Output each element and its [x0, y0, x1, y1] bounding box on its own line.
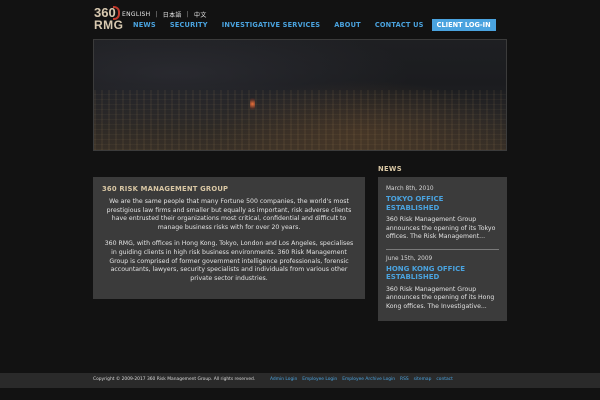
language-japanese[interactable]: 日本語 [163, 10, 182, 19]
about-paragraph-2: 360 RMG, with offices in Hong Kong, Toky… [104, 240, 354, 282]
footer-link-contact[interactable]: contact [436, 377, 452, 382]
footer-link-admin-login[interactable]: Admin Login [270, 377, 297, 382]
nav-news[interactable]: NEWS [133, 21, 156, 29]
language-bar: ENGLISH | 日本語 | 中文 [122, 10, 207, 19]
about-panel: 360 RISK MANAGEMENT GROUP We are the sam… [93, 177, 365, 299]
client-login-button[interactable]: CLIENT LOG-IN [431, 19, 496, 31]
footer-link-employee-archive-login[interactable]: Employee Archive Login [342, 377, 395, 382]
language-chinese[interactable]: 中文 [194, 10, 207, 19]
about-heading: 360 RISK MANAGEMENT GROUP [102, 185, 229, 193]
nav-contact-us[interactable]: CONTACT US [375, 21, 424, 29]
news-summary: 360 Risk Management Group announces the … [386, 216, 496, 241]
news-panel: March 8th, 2010 TOKYO OFFICE ESTABLISHED… [378, 177, 507, 321]
language-separator: | [155, 11, 158, 18]
news-date: June 15th, 2009 [386, 255, 433, 262]
news-entry: June 15th, 2009 HONG KONG OFFICE ESTABLI… [386, 256, 499, 312]
nav-security[interactable]: SECURITY [170, 21, 208, 29]
footer-link-employee-login[interactable]: Employee Login [302, 377, 337, 382]
nav-investigative-services[interactable]: INVESTIGATIVE SERVICES [222, 21, 321, 29]
footer-links: Admin Login Employee Login Employee Arch… [270, 377, 453, 382]
footer-copyright: Copyright © 2009-2017 360 Risk Managemen… [93, 377, 256, 382]
news-divider [386, 248, 499, 250]
news-summary: 360 Risk Management Group announces the … [386, 285, 495, 310]
language-separator: | [186, 11, 190, 18]
nav-about[interactable]: ABOUT [334, 21, 361, 29]
hero-city-lights [94, 90, 506, 150]
news-title-link[interactable]: TOKYO OFFICE ESTABLISHED [386, 195, 499, 212]
news-date: March 8th, 2010 [386, 186, 434, 192]
about-paragraph-1: We are the same people that many Fortune… [106, 198, 352, 231]
hero-city-image [93, 39, 507, 151]
footer-link-sitemap[interactable]: sitemap [414, 377, 432, 382]
logo-line-2: RMG [94, 18, 124, 32]
hero-tower-glow [250, 98, 255, 110]
page-bottom [0, 388, 600, 400]
main-nav: NEWS SECURITY INVESTIGATIVE SERVICES ABO… [133, 19, 496, 31]
footer: Copyright © 2009-2017 360 Risk Managemen… [0, 373, 600, 388]
news-entry: March 8th, 2010 TOKYO OFFICE ESTABLISHED… [386, 186, 499, 242]
footer-link-rss[interactable]: RSS [400, 377, 409, 382]
news-heading: NEWS [378, 165, 402, 173]
language-english[interactable]: ENGLISH [122, 11, 150, 18]
news-title-link[interactable]: HONG KONG OFFICE ESTABLISHED [386, 265, 499, 282]
